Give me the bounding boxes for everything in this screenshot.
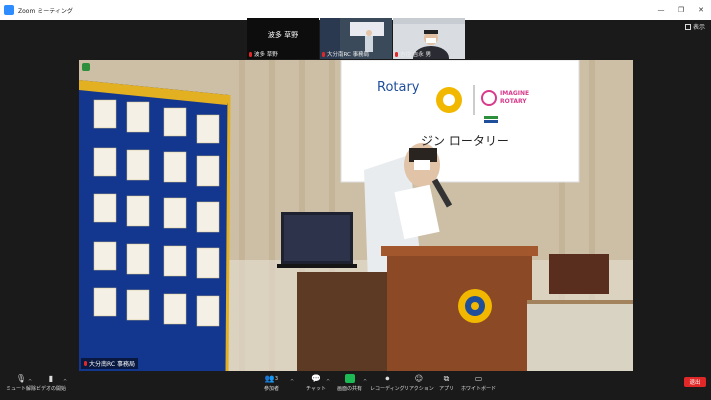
window-titlebar: Zoom ミーティング — ❐ ✕ (0, 0, 711, 20)
whiteboard-label: ホワイトボード (461, 386, 497, 392)
participants-icon: 👥 3 (264, 374, 279, 383)
whiteboard-icon: ▭ (474, 374, 483, 383)
banner-rotary-small: ROTARY (500, 98, 527, 105)
record-icon: ⏺ (385, 373, 390, 383)
banner-imagine: IMAGINE (500, 90, 530, 97)
participant-tile[interactable]: 吉住 吉永 男 (393, 18, 465, 59)
minimize-button[interactable]: — (651, 0, 671, 20)
participant-thumbnails: 波多 草野 波多 草野 大分南RC 事務局 吉住 吉永 男 (247, 18, 465, 59)
record-button[interactable]: ⏺ レコーディング (370, 373, 405, 393)
video-options-caret[interactable]: ^ (63, 379, 67, 385)
speaker-scene (79, 60, 633, 371)
main-video[interactable]: Rotary IMAGINE ROTARY ジン ロータリー 大分南RC 事務局 (79, 60, 633, 371)
spotlight-icon (82, 63, 90, 71)
share-screen-button[interactable]: 画面の共有 (337, 374, 362, 392)
muted-mic-icon: 🎙 (15, 374, 27, 383)
view-button[interactable]: 表示 (684, 22, 705, 31)
record-label: レコーディング (370, 386, 405, 392)
muted-mic-icon (322, 51, 325, 57)
unmute-label: ミュート解除 (6, 386, 37, 392)
window-title: Zoom ミーティング (18, 7, 73, 15)
start-video-button[interactable]: ▮ ビデオの開始 (36, 374, 66, 392)
muted-mic-icon (395, 51, 398, 57)
video-name-label: 大分南RC 事務局 (81, 358, 138, 369)
muted-mic-icon (84, 361, 87, 366)
participant-name: 波多 草野 (254, 52, 278, 58)
whiteboard-button[interactable]: ▭ ホワイトボード (461, 374, 496, 392)
chat-caret[interactable]: ^ (326, 379, 330, 385)
share-screen-label: 画面の共有 (337, 386, 363, 392)
apps-button[interactable]: ⧉ アプリ (439, 373, 455, 393)
participants-caret[interactable]: ^ (290, 379, 294, 385)
participant-label: 大分南RC 事務局 (322, 50, 369, 58)
window-controls: — ❐ ✕ (651, 0, 711, 20)
participant-name: 吉住 吉永 男 (400, 52, 431, 58)
participant-display-name: 波多 草野 (267, 31, 299, 39)
reactions-button[interactable]: ☺ リアクション (404, 374, 434, 392)
apps-icon: ⧉ (443, 373, 450, 383)
chat-icon: 💬 (310, 374, 321, 383)
participants-count: 3 (274, 375, 279, 382)
participant-tile[interactable]: 大分南RC 事務局 (320, 18, 392, 59)
share-caret[interactable]: ^ (363, 379, 367, 385)
participant-label: 吉住 吉永 男 (395, 50, 431, 58)
meeting-toolbar: 🎙 ミュート解除 ^ ▮ ビデオの開始 ^ 👥 3 参加者 ^ 💬 チャット ^ … (0, 371, 711, 400)
apps-label: アプリ (439, 386, 455, 392)
audio-options-caret[interactable]: ^ (28, 379, 32, 385)
banner-japanese-text: ジン ロータリー (421, 134, 509, 148)
close-button[interactable]: ✕ (691, 0, 711, 20)
view-button-label: 表示 (692, 24, 705, 31)
muted-mic-icon (249, 51, 252, 57)
video-participant-name: 大分南RC 事務局 (89, 361, 135, 368)
chat-button[interactable]: 💬 チャット (306, 374, 326, 392)
reactions-label: リアクション (404, 386, 434, 392)
participant-name: 大分南RC 事務局 (327, 52, 370, 58)
participants-label: 参加者 (264, 386, 280, 392)
end-meeting-button[interactable]: 退出 (684, 377, 706, 387)
participant-tile[interactable]: 波多 草野 波多 草野 (247, 18, 319, 59)
participants-button[interactable]: 👥 3 参加者 (264, 374, 279, 392)
banner-rotary-logo: Rotary (377, 80, 420, 95)
zoom-app-icon (4, 5, 14, 15)
chat-label: チャット (306, 386, 326, 392)
grid-icon (684, 23, 691, 30)
share-screen-icon (344, 374, 355, 383)
restore-button[interactable]: ❐ (671, 0, 691, 20)
video-off-icon: ▮ (48, 374, 54, 383)
start-video-label: ビデオの開始 (36, 386, 67, 392)
reactions-icon: ☺ (414, 374, 424, 383)
participant-label: 波多 草野 (249, 50, 278, 58)
